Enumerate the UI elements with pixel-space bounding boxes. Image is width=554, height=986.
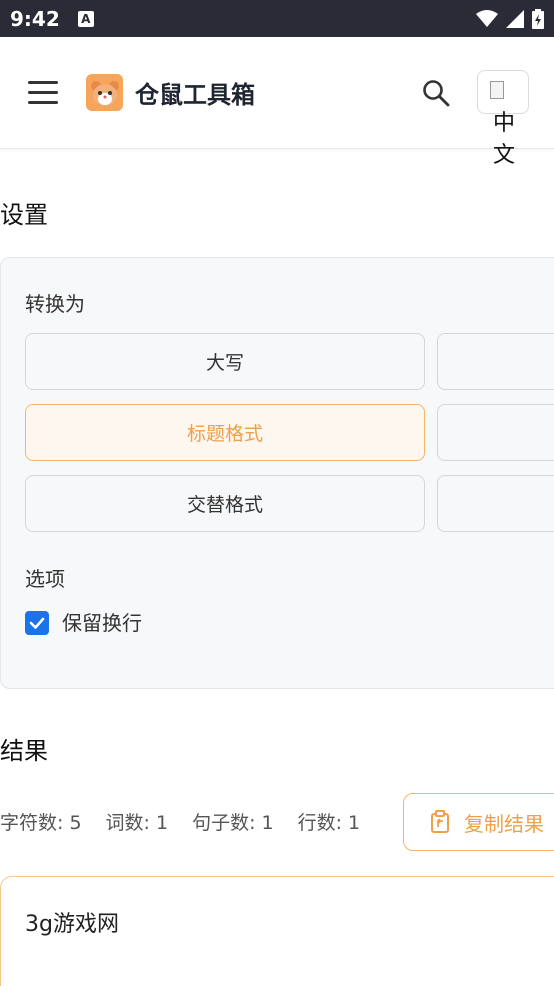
line-count: 行数: 1 xyxy=(297,812,361,834)
title-case-button[interactable]: 标题格式 xyxy=(25,404,425,461)
hamster-logo-icon xyxy=(86,74,123,111)
wifi-icon xyxy=(476,9,498,27)
keep-newlines-label: 保留换行 xyxy=(62,611,142,635)
convert-option-button-4[interactable] xyxy=(437,404,554,461)
clipboard-icon xyxy=(431,810,449,833)
copy-result-label: 复制结果 xyxy=(464,811,544,836)
word-count: 词数: 1 xyxy=(105,812,169,834)
alternating-case-button[interactable]: 交替格式 xyxy=(25,475,425,532)
sentence-count: 句子数: 1 xyxy=(192,812,274,834)
char-count: 字符数: 5 xyxy=(0,812,82,834)
signal-icon xyxy=(506,9,524,28)
convert-option-button-6[interactable] xyxy=(437,475,554,532)
result-text: 3g游戏网 xyxy=(25,912,119,937)
broken-image-icon xyxy=(490,81,504,99)
result-stats: 字符数: 5 词数: 1 句子数: 1 行数: 1 xyxy=(0,808,360,835)
options-label: 选项 xyxy=(25,567,65,591)
menu-icon[interactable] xyxy=(28,81,58,105)
uppercase-button[interactable]: 大写 xyxy=(25,333,425,390)
status-icons xyxy=(476,8,544,29)
battery-icon xyxy=(532,8,544,29)
check-icon xyxy=(29,617,45,629)
status-time: 9:42 xyxy=(10,6,60,31)
keep-newlines-checkbox[interactable] xyxy=(25,611,49,635)
copy-result-button[interactable]: 复制结果 xyxy=(403,793,554,851)
search-icon[interactable] xyxy=(422,79,450,107)
result-title: 结果 xyxy=(0,737,48,765)
notification-a-icon: A xyxy=(77,10,94,27)
app-header: 仓鼠工具箱 xyxy=(0,37,554,149)
status-bar: 9:42 A xyxy=(0,0,554,37)
convert-option-button-2[interactable] xyxy=(437,333,554,390)
convert-label: 转换为 xyxy=(25,292,85,316)
app-title: 仓鼠工具箱 xyxy=(135,81,255,109)
language-label[interactable]: 中 文 xyxy=(491,108,517,172)
settings-title: 设置 xyxy=(0,201,48,229)
